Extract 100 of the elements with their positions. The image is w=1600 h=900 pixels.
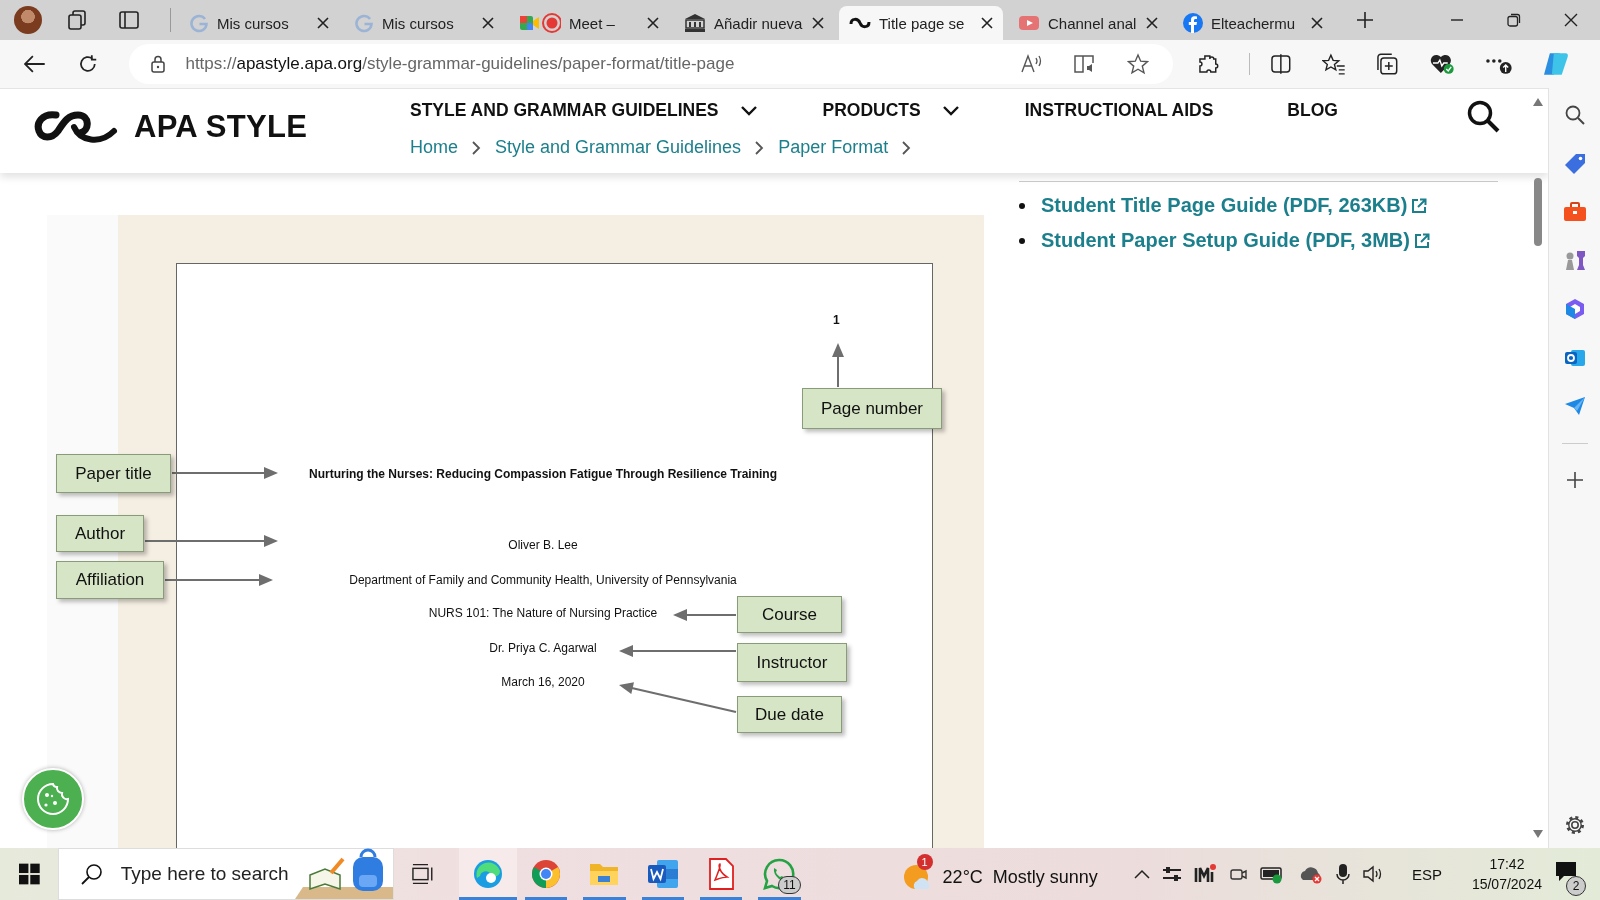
reload-icon[interactable]	[77, 54, 98, 74]
title-page-line: Department of Family and Community Health, University of Pennsylvania	[349, 573, 737, 587]
new-tab-icon[interactable]	[1356, 11, 1374, 29]
address-field[interactable]: https://apastyle.apa.org/style-grammar-guidelines/paper-format/title-page	[129, 44, 1174, 84]
close-icon[interactable]	[482, 17, 494, 29]
external-link-icon[interactable]	[1411, 197, 1428, 214]
search-icon[interactable]	[1563, 104, 1586, 126]
callout-label: Paper title	[56, 454, 171, 493]
edge-icon	[471, 858, 504, 890]
nav-link[interactable]: PRODUCTS	[822, 100, 959, 121]
meet-icon	[519, 12, 561, 34]
taskbar-app[interactable]	[458, 848, 517, 900]
taskbar-app[interactable]: 11	[750, 848, 809, 900]
chrome-icon	[530, 858, 563, 890]
chevron-down-icon	[740, 105, 757, 116]
favorite-star-icon[interactable]	[1127, 53, 1150, 75]
split-screen-icon[interactable]	[1270, 54, 1292, 74]
health-heart-icon[interactable]	[1429, 53, 1455, 75]
callout-label: Affiliation	[56, 561, 164, 599]
title-page-line: Nurturing the Nurses: Reducing Compassion Fatigue Through Resilience Training	[309, 467, 777, 481]
breadcrumb-link[interactable]: Paper Format	[778, 137, 889, 158]
external-link-icon[interactable]	[1413, 232, 1430, 249]
profile-avatar[interactable]	[14, 6, 42, 34]
windows-start-icon[interactable]	[19, 863, 40, 885]
arrow	[832, 343, 844, 388]
back-icon[interactable]	[24, 55, 46, 73]
toolbox-icon[interactable]	[1562, 202, 1587, 222]
tag-icon[interactable]	[1563, 153, 1586, 175]
title-page-line: Dr. Priya C. Agarwal	[489, 641, 597, 655]
browser-tab[interactable]: Elteachermu	[1173, 6, 1333, 40]
clock-date[interactable]: 15/07/2024	[1471, 876, 1542, 892]
close-icon[interactable]	[317, 17, 329, 29]
google-icon	[354, 13, 374, 33]
download-link[interactable]: Student Paper Setup Guide (PDF, 3MB)	[1041, 229, 1410, 252]
chevron-right-icon	[755, 140, 765, 155]
building-icon	[684, 13, 706, 33]
apa-swirl-logo-icon[interactable]	[34, 109, 120, 145]
callout-label: Course	[737, 596, 842, 633]
nav-link[interactable]: STYLE AND GRAMMAR GUIDELINES	[410, 100, 757, 121]
task-view-icon[interactable]	[412, 863, 435, 885]
microphone-icon[interactable]	[1335, 863, 1350, 885]
read-aloud-icon[interactable]	[1021, 54, 1044, 74]
browser-tab[interactable]: Mis cursos	[179, 6, 339, 40]
restore-icon[interactable]	[1507, 13, 1521, 27]
collections-icon[interactable]	[1375, 53, 1400, 75]
office-icon[interactable]	[1563, 298, 1586, 320]
input-language-indicator[interactable]: ESP	[1411, 865, 1442, 883]
browser-tab[interactable]: Mis cursos	[344, 6, 504, 40]
clock-time[interactable]: 17:42	[1489, 856, 1525, 872]
chat-bubble-icon	[763, 858, 796, 890]
workspaces-icon[interactable]	[66, 9, 88, 31]
taskbar-search-box[interactable]: Type here to search	[57, 848, 395, 900]
breadcrumb-link[interactable]: Home	[410, 137, 458, 158]
swirl-logo-icon	[849, 16, 871, 30]
copilot-icon[interactable]	[1542, 51, 1570, 77]
title-page-line: Oliver B. Lee	[508, 538, 578, 552]
browser-tab[interactable]: Channel anal	[1008, 6, 1168, 40]
nav-link[interactable]: INSTRUCTIONAL AIDS	[1024, 100, 1214, 121]
nav-link[interactable]: BLOG	[1287, 100, 1338, 121]
search-icon[interactable]	[1466, 99, 1500, 133]
close-icon[interactable]	[1311, 17, 1323, 29]
scrollbar-thumb[interactable]	[1534, 178, 1542, 246]
close-icon[interactable]	[1146, 17, 1158, 29]
callout-label: Instructor	[737, 643, 847, 682]
close-icon[interactable]	[981, 17, 993, 29]
pdf-file-icon	[708, 858, 735, 890]
tab-actions-icon[interactable]	[118, 9, 140, 31]
add-icon[interactable]	[1565, 471, 1584, 489]
scroll-down-icon[interactable]	[1533, 830, 1543, 838]
notification-badge: 11	[778, 876, 801, 894]
chevron-up-icon[interactable]	[1133, 869, 1150, 879]
book-and-backpack-icon	[295, 847, 394, 899]
browser-tab[interactable]: Añadir nueva	[674, 6, 834, 40]
close-icon[interactable]	[1564, 13, 1578, 27]
taskbar-search-field[interactable]: Type here to search	[120, 863, 296, 885]
cookie-settings-button[interactable]	[22, 768, 84, 830]
close-icon[interactable]	[812, 17, 824, 29]
send-icon[interactable]	[1563, 396, 1586, 416]
title-page-line: March 16, 2020	[501, 675, 585, 689]
temperature-text: 22°C	[942, 866, 983, 888]
weather-widget[interactable]: 1 22°C Mostly sunny	[898, 852, 1102, 896]
download-link[interactable]: Student Title Page Guide (PDF, 263KB)	[1041, 194, 1408, 217]
close-icon[interactable]	[647, 17, 659, 29]
browser-tab[interactable]: Title page se	[839, 6, 1003, 40]
site-logo[interactable]: APA STYLE	[134, 109, 308, 145]
browser-tab[interactable]: Meet –	[509, 6, 669, 40]
breadcrumb-link[interactable]: Style and Grammar Guidelines	[495, 137, 742, 158]
google-icon	[189, 13, 209, 33]
tab-title: Elteachermu	[1211, 14, 1297, 32]
favorites-icon[interactable]	[1321, 53, 1346, 75]
sliders-icon[interactable]	[1161, 865, 1182, 883]
url-text: https://apastyle.apa.org/style-grammar-guidelines/paper-format/title-page	[185, 54, 735, 74]
meter-app-icon[interactable]	[1193, 864, 1216, 884]
scroll-up-icon[interactable]	[1533, 98, 1543, 106]
weather-condition-text: Mostly sunny	[992, 866, 1098, 888]
extensions-icon[interactable]	[1197, 53, 1220, 75]
speaker-icon[interactable]	[1361, 864, 1384, 884]
arrow	[673, 609, 737, 621]
outlook-icon[interactable]	[1563, 347, 1586, 369]
settings-icon[interactable]	[1563, 814, 1586, 836]
